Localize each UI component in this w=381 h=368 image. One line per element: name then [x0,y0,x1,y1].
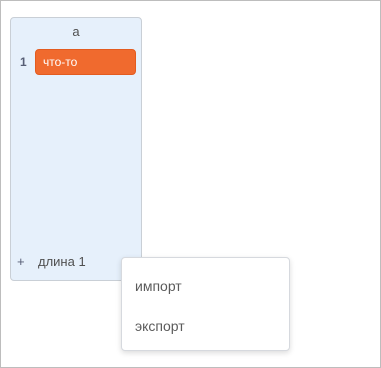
list-monitor: a 1 что-то + длина 1 = [10,17,142,281]
list-title: a [72,24,80,39]
add-item-button[interactable]: + [17,253,25,271]
context-menu: импорт экспорт [121,257,290,351]
list-item-value[interactable]: что-то [35,49,136,75]
list-length-label: длина 1 [38,254,86,269]
list-item-index: 1 [20,55,27,69]
menu-item-export[interactable]: экспорт [135,317,185,335]
stage-area: a 1 что-то + длина 1 = импорт экспорт [0,0,381,368]
menu-item-import[interactable]: импорт [135,277,182,295]
list-item: 1 что-то [11,49,141,75]
